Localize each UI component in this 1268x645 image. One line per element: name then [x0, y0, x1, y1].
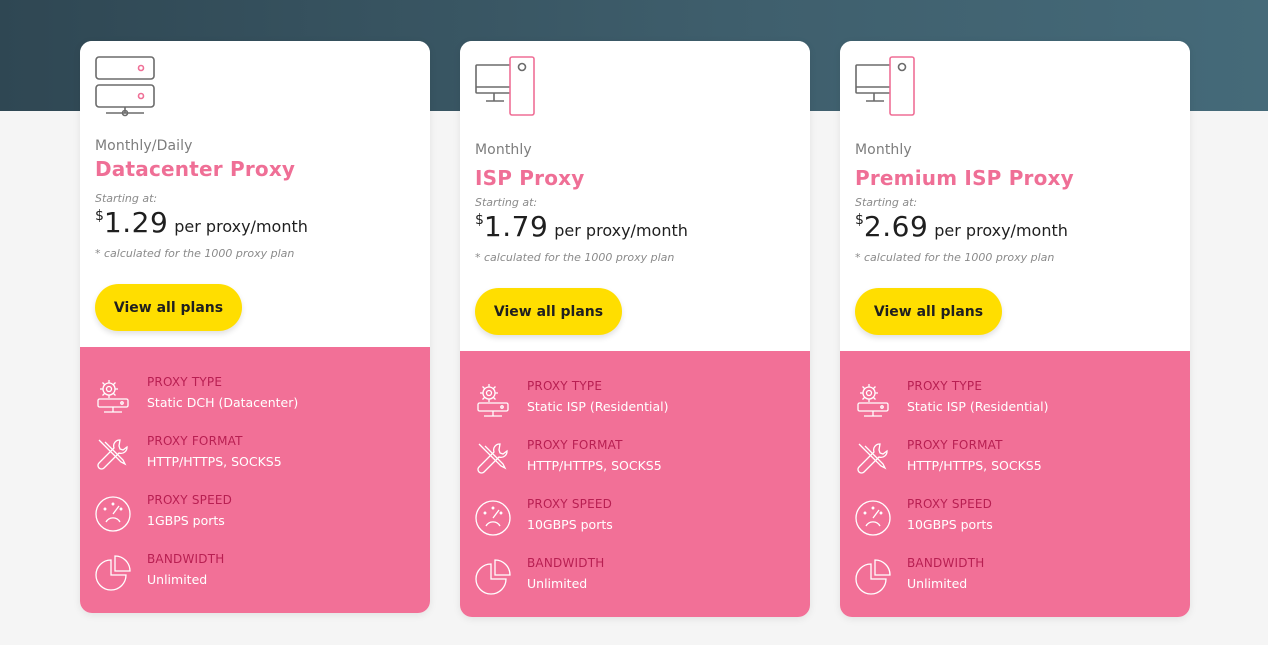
feature-label: PROXY TYPE: [147, 375, 223, 389]
feature-proxy-format: PROXY FORMAT HTTP/HTTPS, SOCKS5: [94, 434, 414, 478]
price-amount: 2.69: [863, 210, 929, 243]
view-all-plans-button[interactable]: View all plans: [475, 288, 622, 335]
feature-proxy-speed: PROXY SPEED 10GBPS ports: [854, 497, 1174, 541]
feature-value: Static DCH (Datacenter): [147, 395, 299, 410]
feature-label: PROXY FORMAT: [907, 438, 1003, 452]
pricing-card-premium-isp: Monthly Premium ISP Proxy Starting at: $…: [840, 41, 1190, 617]
feature-proxy-type: PROXY TYPE Static ISP (Residential): [474, 379, 794, 423]
feature-value: HTTP/HTTPS, SOCKS5: [527, 458, 662, 473]
starting-label: Starting at:: [475, 196, 538, 209]
feature-proxy-speed: PROXY SPEED 1GBPS ports: [94, 493, 414, 537]
billing-frequency: Monthly: [855, 142, 912, 158]
gear-network-icon: [854, 381, 892, 419]
starting-label: Starting at:: [95, 192, 158, 205]
feature-list: PROXY TYPE Static ISP (Residential) PROX…: [460, 351, 810, 617]
feature-value: HTTP/HTTPS, SOCKS5: [147, 454, 282, 469]
feature-value: 10GBPS ports: [907, 517, 993, 532]
feature-value: Unlimited: [527, 576, 588, 591]
view-all-plans-button[interactable]: View all plans: [855, 288, 1002, 335]
tools-icon: [94, 436, 132, 474]
feature-value: 10GBPS ports: [527, 517, 613, 532]
feature-label: PROXY TYPE: [527, 379, 603, 393]
plan-title: Datacenter Proxy: [95, 157, 296, 181]
feature-value: HTTP/HTTPS, SOCKS5: [907, 458, 1042, 473]
feature-list: PROXY TYPE Static DCH (Datacenter) PROXY…: [80, 347, 430, 613]
feature-bandwidth: BANDWIDTH Unlimited: [854, 556, 1174, 600]
feature-bandwidth: BANDWIDTH Unlimited: [474, 556, 794, 600]
feature-proxy-type: PROXY TYPE Static DCH (Datacenter): [94, 375, 414, 419]
feature-label: BANDWIDTH: [147, 552, 225, 566]
feature-value: Static ISP (Residential): [527, 399, 669, 414]
price-currency: $: [475, 212, 484, 228]
pie-chart-icon: [94, 554, 132, 592]
card-header: Monthly/Daily Datacenter Proxy Starting …: [80, 41, 430, 347]
price-currency: $: [855, 212, 864, 228]
feature-label: BANDWIDTH: [527, 556, 605, 570]
gear-network-icon: [474, 381, 512, 419]
price-unit: per proxy/month: [554, 221, 688, 240]
feature-list: PROXY TYPE Static ISP (Residential) PROX…: [840, 351, 1190, 617]
price-unit: per proxy/month: [174, 217, 308, 236]
billing-frequency: Monthly: [475, 142, 532, 158]
feature-value: Static ISP (Residential): [907, 399, 1049, 414]
feature-label: PROXY TYPE: [907, 379, 983, 393]
feature-label: BANDWIDTH: [907, 556, 985, 570]
starting-label: Starting at:: [855, 196, 918, 209]
speedometer-icon: [854, 499, 892, 537]
feature-proxy-format: PROXY FORMAT HTTP/HTTPS, SOCKS5: [854, 438, 1174, 482]
server-rack-icon: [94, 55, 156, 123]
tools-icon: [474, 440, 512, 478]
feature-proxy-format: PROXY FORMAT HTTP/HTTPS, SOCKS5: [474, 438, 794, 482]
feature-label: PROXY SPEED: [147, 493, 233, 507]
plan-title: ISP Proxy: [475, 166, 585, 190]
price-note: * calculated for the 1000 proxy plan: [855, 251, 1055, 264]
price-amount: 1.29: [103, 206, 169, 239]
feature-proxy-type: PROXY TYPE Static ISP (Residential): [854, 379, 1174, 423]
feature-value: Unlimited: [907, 576, 968, 591]
price-unit: per proxy/month: [934, 221, 1068, 240]
feature-value: 1GBPS ports: [147, 513, 225, 528]
view-all-plans-button[interactable]: View all plans: [95, 284, 242, 331]
billing-frequency: Monthly/Daily: [95, 138, 193, 154]
pricing-card-datacenter: Monthly/Daily Datacenter Proxy Starting …: [80, 41, 430, 613]
price-note: * calculated for the 1000 proxy plan: [95, 247, 295, 260]
speedometer-icon: [474, 499, 512, 537]
feature-proxy-speed: PROXY SPEED 10GBPS ports: [474, 497, 794, 541]
pie-chart-icon: [474, 558, 512, 596]
card-header: Monthly Premium ISP Proxy Starting at: $…: [840, 41, 1190, 351]
speedometer-icon: [94, 495, 132, 533]
tools-icon: [854, 440, 892, 478]
card-header: Monthly ISP Proxy Starting at: $1.79 per …: [460, 41, 810, 351]
feature-label: PROXY FORMAT: [527, 438, 623, 452]
feature-bandwidth: BANDWIDTH Unlimited: [94, 552, 414, 596]
pricing-card-isp: Monthly ISP Proxy Starting at: $1.79 per …: [460, 41, 810, 617]
price-note: * calculated for the 1000 proxy plan: [475, 251, 675, 264]
price: $1.29 per proxy/month: [95, 206, 308, 239]
price-currency: $: [95, 208, 104, 224]
feature-label: PROXY SPEED: [527, 497, 613, 511]
pie-chart-icon: [854, 558, 892, 596]
plan-title: Premium ISP Proxy: [855, 166, 1074, 190]
price-amount: 1.79: [483, 210, 549, 243]
price: $2.69 per proxy/month: [855, 210, 1068, 243]
feature-label: PROXY SPEED: [907, 497, 993, 511]
gear-network-icon: [94, 377, 132, 415]
feature-label: PROXY FORMAT: [147, 434, 243, 448]
desktop-computer-icon: [474, 55, 536, 121]
price: $1.79 per proxy/month: [475, 210, 688, 243]
desktop-computer-icon: [854, 55, 916, 121]
feature-value: Unlimited: [147, 572, 208, 587]
